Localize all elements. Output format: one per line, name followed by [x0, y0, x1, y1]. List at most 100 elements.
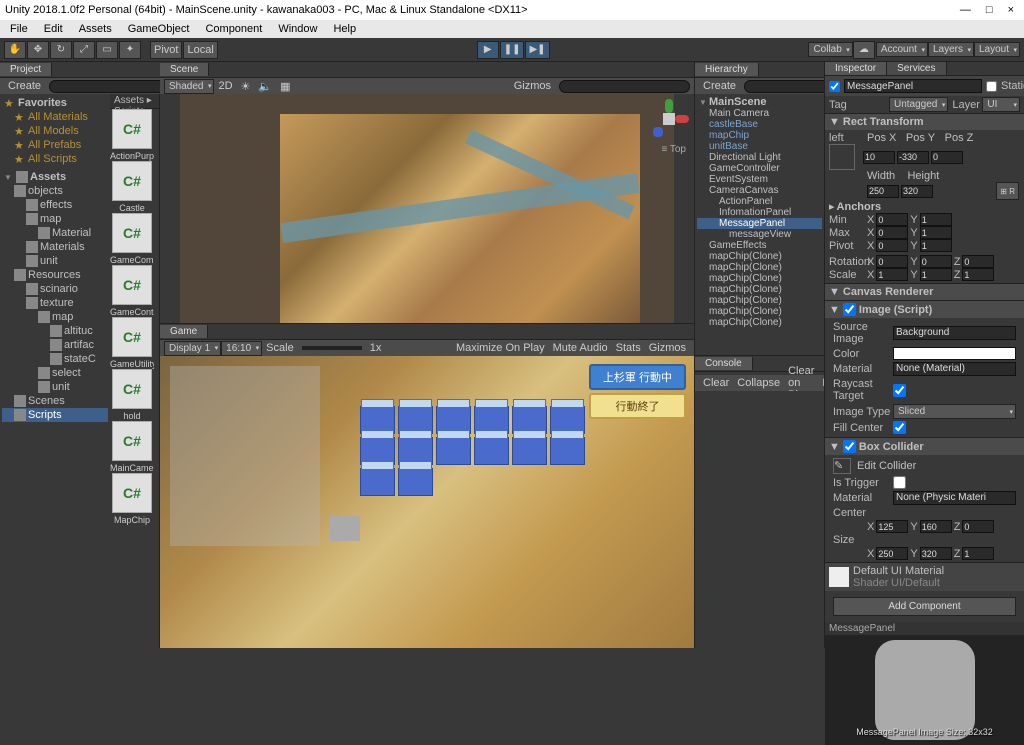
- canvas-renderer-header[interactable]: ▼Canvas Renderer: [825, 284, 1024, 300]
- collider-material-field[interactable]: None (Physic Materi: [893, 491, 1016, 505]
- folder-unit[interactable]: unit: [2, 380, 108, 394]
- scene-gizmo[interactable]: [649, 99, 689, 139]
- fav-all-models[interactable]: ★All Models: [2, 124, 108, 138]
- edit-collider-icon[interactable]: ✎: [833, 458, 851, 474]
- folder-unit[interactable]: unit: [2, 254, 108, 268]
- scene-search[interactable]: [559, 80, 690, 93]
- script-thumb[interactable]: C#GameUtility: [110, 317, 154, 369]
- move-tool[interactable]: ✥: [27, 41, 49, 59]
- hierarchy-item[interactable]: mapChip(Clone): [697, 273, 822, 284]
- folder-resources[interactable]: Resources: [2, 268, 108, 282]
- hierarchy-item[interactable]: CameraCanvas: [697, 185, 822, 196]
- account-dropdown[interactable]: Account: [876, 42, 928, 57]
- hierarchy-item[interactable]: mapChip(Clone): [697, 262, 822, 273]
- fav-all-materials[interactable]: ★All Materials: [2, 110, 108, 124]
- preview-header[interactable]: MessagePanel: [825, 622, 1024, 635]
- hierarchy-item[interactable]: EventSystem: [697, 174, 822, 185]
- hierarchy-item[interactable]: GameEffects: [697, 240, 822, 251]
- play-button[interactable]: ▶: [477, 41, 499, 59]
- scene-tab[interactable]: Scene: [160, 63, 209, 76]
- rect-transform-header[interactable]: ▼Rect Transform: [825, 114, 1024, 130]
- layout-dropdown[interactable]: Layout: [974, 42, 1020, 57]
- services-tab[interactable]: Services: [887, 62, 946, 75]
- hand-tool[interactable]: ✋: [4, 41, 26, 59]
- console-clear[interactable]: Clear: [699, 377, 733, 389]
- game-tab[interactable]: Game: [160, 325, 208, 338]
- game-display[interactable]: Display 1: [164, 341, 221, 356]
- layer-dropdown[interactable]: UI: [982, 97, 1020, 112]
- menu-component[interactable]: Component: [197, 23, 270, 35]
- menu-assets[interactable]: Assets: [71, 23, 120, 35]
- folder-material[interactable]: Material: [2, 226, 108, 240]
- hierarchy-item[interactable]: Main Camera: [697, 108, 822, 119]
- width-field[interactable]: [867, 185, 899, 198]
- window-close[interactable]: ×: [1008, 4, 1014, 16]
- anchor-preset-icon[interactable]: [829, 144, 855, 170]
- boxcollider-header[interactable]: ▼Box Collider: [825, 438, 1024, 455]
- folder-altituc[interactable]: altituc: [2, 324, 108, 338]
- rotate-tool[interactable]: ↻: [50, 41, 72, 59]
- console-collapse[interactable]: Collapse: [733, 377, 784, 389]
- hierarchy-item[interactable]: mapChip(Clone): [697, 306, 822, 317]
- script-thumb[interactable]: C#MainCamer...: [110, 421, 154, 473]
- imagetype-dropdown[interactable]: Sliced: [893, 404, 1016, 419]
- folder-select[interactable]: select: [2, 366, 108, 380]
- scale-tool[interactable]: ⤢: [73, 41, 95, 59]
- color-field[interactable]: [893, 347, 1016, 360]
- project-create[interactable]: Create: [4, 80, 45, 92]
- scene-2d[interactable]: 2D: [214, 80, 236, 92]
- game-gizmos[interactable]: Gizmos: [645, 342, 690, 354]
- script-thumb[interactable]: C#MapChip: [110, 473, 154, 525]
- script-thumb[interactable]: C#Castle: [110, 161, 154, 213]
- scene-shaded[interactable]: Shaded: [164, 79, 214, 94]
- hierarchy-item[interactable]: mapChip(Clone): [697, 295, 822, 306]
- console-tab[interactable]: Console: [695, 357, 753, 370]
- script-thumb[interactable]: C#ActionPurp...: [110, 109, 154, 161]
- script-thumb[interactable]: C#GameContro...: [110, 265, 154, 317]
- image-component-header[interactable]: ▼Image (Script): [825, 301, 1024, 318]
- scene-fx-icon[interactable]: ▦: [276, 80, 294, 93]
- menu-gameobject[interactable]: GameObject: [120, 23, 198, 35]
- scene-light-icon[interactable]: ☀: [237, 80, 255, 93]
- scene-view[interactable]: ≡ Top: [160, 94, 694, 324]
- game-scale-slider[interactable]: [302, 346, 362, 350]
- hierarchy-scene[interactable]: ▼MainScene: [697, 96, 822, 108]
- hierarchy-item[interactable]: mapChip(Clone): [697, 284, 822, 295]
- hierarchy-item[interactable]: ActionPanel: [697, 196, 822, 207]
- hierarchy-item[interactable]: GameController: [697, 163, 822, 174]
- menu-file[interactable]: File: [2, 23, 36, 35]
- menu-help[interactable]: Help: [325, 23, 364, 35]
- folder-scripts[interactable]: Scripts: [2, 408, 108, 422]
- game-aspect[interactable]: 16:10: [221, 341, 262, 356]
- inspector-tab[interactable]: Inspector: [825, 62, 887, 75]
- folder-scinario[interactable]: scinario: [2, 282, 108, 296]
- game-view[interactable]: 上杉軍 行動中 行動終了: [160, 356, 694, 648]
- hierarchy-item[interactable]: mapChip(Clone): [697, 251, 822, 262]
- assets-root[interactable]: ▼Assets: [2, 170, 108, 184]
- local-toggle[interactable]: Local: [183, 41, 217, 59]
- height-field[interactable]: [901, 185, 933, 198]
- blueprint-icon[interactable]: ⊞ R: [996, 182, 1019, 200]
- folder-map[interactable]: map: [2, 212, 108, 226]
- transform-tool[interactable]: ✦: [119, 41, 141, 59]
- folder-effects[interactable]: effects: [2, 198, 108, 212]
- window-maximize[interactable]: □: [986, 4, 993, 16]
- istrigger-checkbox[interactable]: [893, 476, 906, 489]
- image-material-field[interactable]: None (Material): [893, 362, 1016, 376]
- posy-field[interactable]: [897, 151, 929, 164]
- window-minimize[interactable]: —: [960, 4, 971, 16]
- scene-audio-icon[interactable]: 🔈: [254, 80, 276, 93]
- favorites-header[interactable]: ★Favorites: [2, 96, 108, 110]
- hierarchy-item[interactable]: Directional Light: [697, 152, 822, 163]
- hierarchy-create[interactable]: Create: [699, 80, 740, 92]
- folder-scenes[interactable]: Scenes: [2, 394, 108, 408]
- project-tab[interactable]: Project: [0, 63, 52, 76]
- cloud-button[interactable]: ☁: [853, 41, 875, 59]
- add-component-button[interactable]: Add Component: [833, 597, 1016, 616]
- object-name-field[interactable]: [844, 79, 982, 93]
- game-muteaudio[interactable]: Mute Audio: [549, 342, 612, 354]
- collab-dropdown[interactable]: Collab: [808, 42, 852, 57]
- hierarchy-item[interactable]: messageView: [697, 229, 822, 240]
- folder-texture[interactable]: texture: [2, 296, 108, 310]
- tag-dropdown[interactable]: Untagged: [889, 97, 948, 112]
